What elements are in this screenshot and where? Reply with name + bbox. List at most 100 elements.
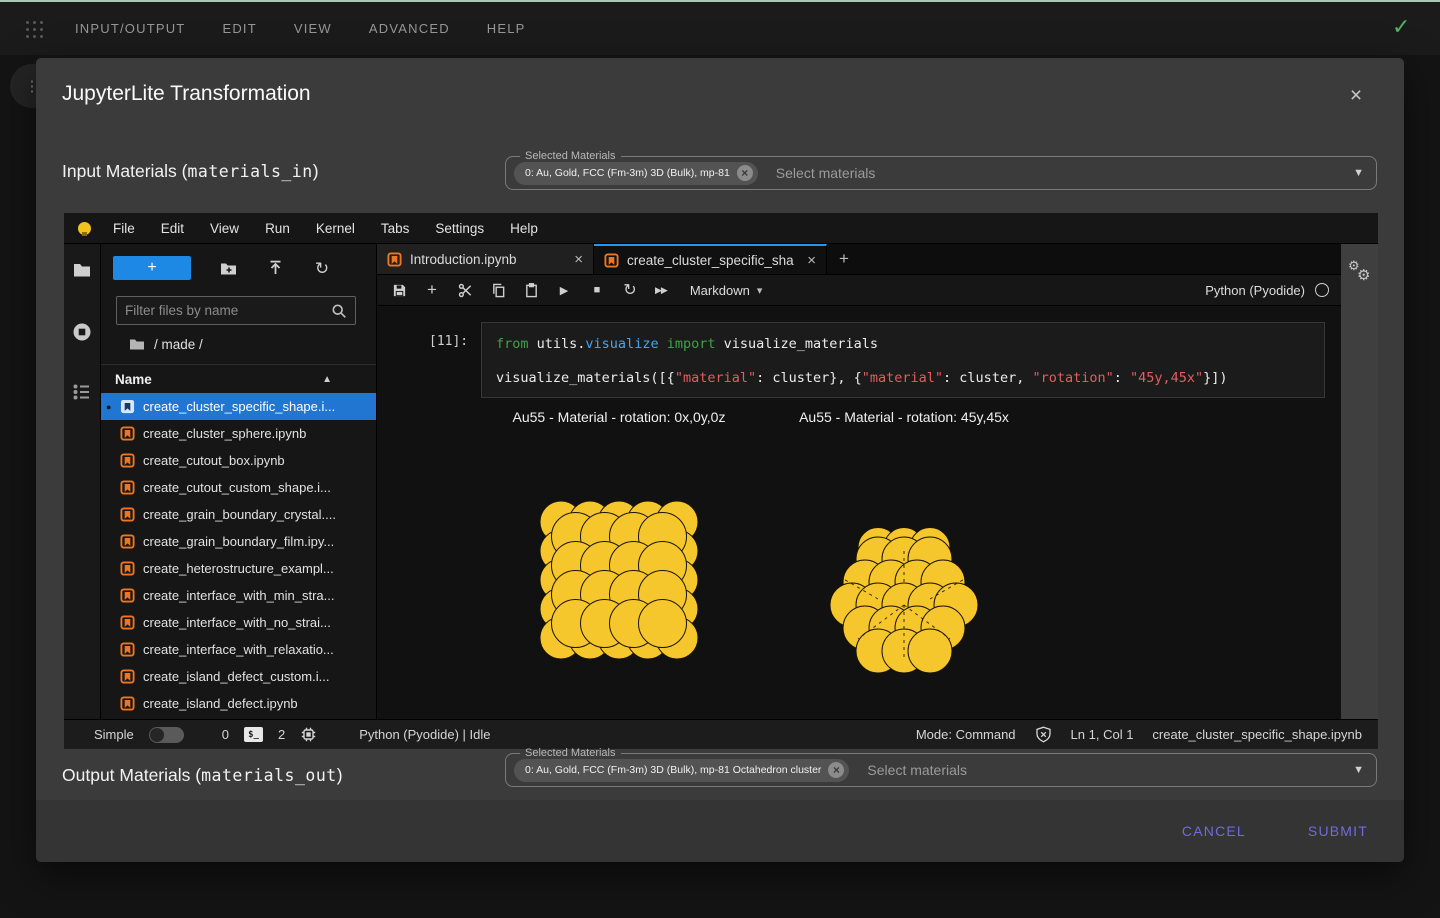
file-browser-tab-icon[interactable]	[72, 260, 92, 280]
restart-kernel-icon[interactable]: ↻	[622, 282, 638, 298]
simple-mode-label: Simple	[94, 727, 134, 742]
atom-circle	[921, 560, 965, 604]
chip-remove-icon[interactable]: ×	[828, 762, 844, 778]
save-icon[interactable]	[391, 282, 407, 298]
code-token: "material"	[862, 370, 943, 386]
file-row[interactable]: create_interface_with_min_stra...	[101, 582, 376, 609]
cursor-position-label[interactable]: Ln 1, Col 1	[1071, 727, 1134, 742]
close-icon[interactable]: ×	[1344, 84, 1368, 108]
new-tab-button[interactable]: +	[827, 244, 861, 274]
running-sessions-icon[interactable]	[72, 322, 92, 342]
file-row[interactable]: create_interface_with_relaxatio...	[101, 636, 376, 663]
add-cell-icon[interactable]: +	[424, 282, 440, 298]
tab-label: Introduction.ipynb	[410, 252, 566, 267]
menubar-item-view[interactable]: VIEW	[294, 21, 332, 36]
jupyter-menu-settings[interactable]: Settings	[422, 221, 497, 236]
menubar-item-edit[interactable]: EDIT	[222, 21, 256, 36]
cancel-button[interactable]: CANCEL	[1176, 822, 1252, 840]
file-row[interactable]: create_cluster_sphere.ipynb	[101, 420, 376, 447]
atom-circle	[610, 571, 658, 619]
code-token: import	[659, 336, 724, 352]
atom-circle	[581, 571, 629, 619]
jupyter-menu-tabs[interactable]: Tabs	[368, 221, 423, 236]
trust-shield-icon[interactable]	[1035, 726, 1052, 743]
notebook-file-icon	[120, 588, 135, 603]
terminal-icon[interactable]: $_	[244, 727, 263, 742]
kernel-chip-icon[interactable]	[300, 726, 317, 743]
atom-circle	[871, 574, 911, 614]
atom-circle	[540, 559, 582, 601]
jupyter-menu-edit[interactable]: Edit	[148, 221, 197, 236]
kernel-status-label[interactable]: Python (Pyodide) | Idle	[359, 727, 490, 742]
kernel-status-icon[interactable]	[1315, 283, 1329, 297]
command-mode-label[interactable]: Mode: Command	[916, 727, 1016, 742]
jupyter-menu-kernel[interactable]: Kernel	[303, 221, 368, 236]
file-row[interactable]: create_cutout_box.ipynb	[101, 447, 376, 474]
jupyter-menu-run[interactable]: Run	[252, 221, 303, 236]
atom-circle	[884, 528, 924, 568]
run-cell-icon[interactable]: ▶	[556, 282, 572, 298]
file-row[interactable]: create_island_defect_custom.i...	[101, 663, 376, 690]
notebook-file-icon	[120, 642, 135, 657]
tab-introduction-ipynb[interactable]: Introduction.ipynb ×	[377, 244, 594, 274]
simple-mode-toggle[interactable]	[149, 727, 184, 743]
atom-circle	[656, 588, 698, 630]
code-token: : cluster,	[943, 370, 1032, 386]
code-token: visualize_materials	[724, 336, 878, 352]
tab-close-icon[interactable]: ×	[574, 251, 583, 268]
file-row[interactable]: create_island_defect.ipynb	[101, 690, 376, 717]
chevron-down-icon[interactable]: ▼	[1353, 764, 1364, 776]
jupyter-menu-file[interactable]: File	[100, 221, 148, 236]
filter-files-input[interactable]	[117, 303, 331, 318]
atom-circle	[540, 588, 582, 630]
menubar-item-input-output[interactable]: INPUT/OUTPUT	[75, 21, 185, 36]
atom-circle	[845, 597, 885, 637]
output-materials-select[interactable]: Selected Materials 0: Au, Gold, FCC (Fm-…	[505, 747, 1377, 795]
notebook-file-icon	[120, 507, 135, 522]
code-line: from utils.visualize import visualize_ma…	[496, 327, 1310, 361]
tab-create-cluster-specific-sha[interactable]: create_cluster_specific_sha×	[594, 244, 827, 274]
cell-execution-prompt: [11]:	[429, 334, 468, 349]
app-grid-icon[interactable]	[24, 19, 45, 40]
copy-cells-icon[interactable]	[490, 282, 506, 298]
table-of-contents-icon[interactable]	[72, 382, 92, 402]
settings-gears-icon[interactable]: ⚙ ⚙	[1348, 258, 1372, 282]
cut-cells-icon[interactable]	[457, 282, 473, 298]
breadcrumb[interactable]: / made /	[129, 336, 203, 352]
new-launcher-button[interactable]: +	[113, 256, 191, 280]
chevron-down-icon[interactable]: ▼	[1353, 167, 1364, 179]
jupyter-menu-view[interactable]: View	[197, 221, 252, 236]
file-list-header[interactable]: Name ▲	[101, 364, 376, 394]
menubar-item-advanced[interactable]: ADVANCED	[369, 21, 450, 36]
tab-close-icon[interactable]: ×	[807, 252, 816, 269]
dialog-title: JupyterLite Transformation	[62, 82, 311, 106]
upload-icon[interactable]	[265, 258, 285, 278]
interrupt-kernel-icon[interactable]: ■	[589, 282, 605, 298]
jupyter-menu-help[interactable]: Help	[497, 221, 551, 236]
submit-button[interactable]: SUBMIT	[1302, 822, 1374, 840]
file-row[interactable]: ●create_cluster_specific_shape.i...	[101, 393, 376, 420]
paste-cells-icon[interactable]	[523, 282, 539, 298]
kernel-count: 2	[278, 727, 285, 742]
file-row[interactable]: create_grain_boundary_film.ipy...	[101, 528, 376, 555]
material-chip[interactable]: 0: Au, Gold, FCC (Fm-3m) 3D (Bulk), mp-8…	[514, 162, 758, 185]
kernel-name-label[interactable]: Python (Pyodide)	[1205, 283, 1305, 298]
refresh-icon[interactable]: ↻	[312, 258, 332, 278]
menubar-item-help[interactable]: HELP	[487, 21, 526, 36]
cell-type-dropdown[interactable]: Markdown ▾	[690, 283, 763, 298]
file-row[interactable]: create_heterostructure_exampl...	[101, 555, 376, 582]
input-materials-select[interactable]: Selected Materials 0: Au, Gold, FCC (Fm-…	[505, 150, 1377, 198]
file-row[interactable]: create_cutout_custom_shape.i...	[101, 474, 376, 501]
file-row[interactable]: create_grain_boundary_crystal....	[101, 501, 376, 528]
material-chip[interactable]: 0: Au, Gold, FCC (Fm-3m) 3D (Bulk), mp-8…	[514, 759, 849, 782]
atom-circle	[934, 583, 978, 627]
output-label-suffix: )	[337, 765, 343, 785]
new-folder-icon[interactable]	[218, 258, 238, 278]
chip-remove-icon[interactable]: ×	[737, 165, 753, 181]
restart-run-all-icon[interactable]: ▶▶	[655, 282, 667, 298]
code-cell[interactable]: from utils.visualize import visualize_ma…	[481, 322, 1325, 398]
file-row[interactable]: create_interface_with_no_strai...	[101, 609, 376, 636]
notebook-area: Introduction.ipynb×create_cluster_specif…	[377, 244, 1341, 719]
output-label: Au55 - Material - rotation: 45y,45x	[799, 409, 1009, 425]
atom-circle	[627, 617, 669, 659]
